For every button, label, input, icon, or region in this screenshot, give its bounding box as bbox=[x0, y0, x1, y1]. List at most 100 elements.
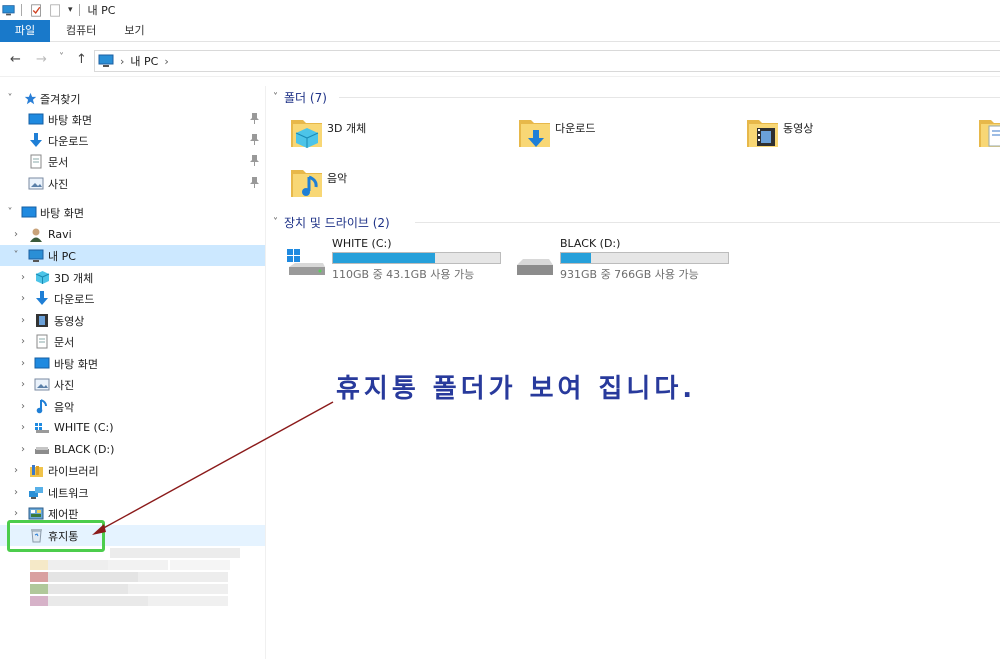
sidebar-item-quick-access[interactable]: ˅ 즐겨찾기 bbox=[0, 88, 265, 109]
computer-icon bbox=[98, 54, 114, 67]
sidebar-item-label: 문서 bbox=[54, 335, 75, 349]
collapse-chevron-icon[interactable]: ˅ bbox=[11, 250, 21, 261]
folder-tile-videos[interactable]: 동영상 bbox=[723, 110, 943, 158]
sidebar-item-network[interactable]: › 네트워크 bbox=[0, 482, 265, 503]
sidebar-item-drive-d[interactable]: › BLACK (D:) bbox=[0, 439, 265, 460]
folder-label: 3D 개체 bbox=[327, 122, 367, 135]
document-icon bbox=[28, 154, 44, 170]
expand-chevron-icon[interactable]: › bbox=[18, 379, 28, 390]
tab-file[interactable]: 파일 bbox=[0, 20, 50, 42]
sidebar-item-3d-objects[interactable]: › 3D 개체 bbox=[0, 267, 265, 288]
recent-locations-button[interactable]: ˅ bbox=[59, 52, 64, 63]
sidebar-item-desktop-pc[interactable]: › 바탕 화면 bbox=[0, 353, 265, 374]
video-folder-icon bbox=[747, 120, 778, 147]
folders-group-header[interactable]: ˅ 폴더 (7) bbox=[273, 87, 327, 107]
sidebar-item-downloads-pinned[interactable]: 다운로드 bbox=[0, 130, 265, 151]
breadcrumb-chevron-icon[interactable]: › bbox=[164, 55, 168, 68]
drive-tile-c[interactable]: WHITE (C:) 110GB 중 43.1GB 사용 가능 bbox=[285, 237, 515, 285]
quick-access-dropdown-icon[interactable]: ▾ bbox=[68, 5, 73, 15]
recycle-bin-highlight-box bbox=[7, 520, 105, 552]
collapse-chevron-icon[interactable]: ˅ bbox=[5, 207, 15, 218]
sidebar-item-this-pc[interactable]: ˅ 내 PC bbox=[0, 245, 265, 266]
network-icon bbox=[28, 485, 44, 501]
expand-chevron-icon[interactable]: › bbox=[11, 508, 21, 519]
properties-icon[interactable] bbox=[30, 3, 43, 17]
sidebar-item-pictures[interactable]: › 사진 bbox=[0, 374, 265, 395]
sidebar-item-label: 바탕 화면 bbox=[48, 113, 92, 127]
expand-chevron-icon[interactable]: › bbox=[18, 315, 28, 326]
collapse-chevron-icon[interactable]: ˅ bbox=[5, 93, 15, 104]
expand-chevron-icon[interactable]: › bbox=[18, 444, 28, 455]
3d-folder-icon bbox=[291, 120, 322, 148]
sidebar-item-desktop-pinned[interactable]: 바탕 화면 bbox=[0, 109, 265, 130]
folder-tile-3d-objects[interactable]: 3D 개체 bbox=[267, 110, 487, 158]
sidebar-item-pictures-pinned[interactable]: 사진 bbox=[0, 173, 265, 194]
window-title: 내 PC bbox=[87, 4, 116, 17]
tab-computer[interactable]: 컴퓨터 bbox=[52, 20, 110, 42]
sidebar-item-drive-c[interactable]: › WHITE (C:) bbox=[0, 417, 265, 438]
folder-label: 동영상 bbox=[783, 122, 814, 135]
sidebar-item-documents-pinned[interactable]: 문서 bbox=[0, 151, 265, 172]
pin-icon[interactable] bbox=[250, 177, 259, 188]
folder-tile-partial[interactable] bbox=[955, 110, 1000, 158]
expand-chevron-icon[interactable]: › bbox=[18, 358, 28, 369]
up-button[interactable]: ↑ bbox=[76, 52, 87, 67]
sidebar-item-downloads[interactable]: › 다운로드 bbox=[0, 288, 265, 309]
address-bar[interactable]: › 내 PC › bbox=[94, 50, 1000, 72]
sidebar-item-libraries[interactable]: › 라이브러리 bbox=[0, 460, 265, 481]
sidebar-item-desktop[interactable]: ˅ 바탕 화면 bbox=[0, 202, 265, 223]
breadcrumb-current[interactable]: 내 PC bbox=[130, 53, 158, 69]
documents-folder-icon bbox=[979, 120, 1000, 147]
forward-button[interactable]: → bbox=[36, 52, 47, 67]
sidebar-item-label: 라이브러리 bbox=[48, 464, 99, 478]
pin-icon[interactable] bbox=[250, 113, 259, 124]
pin-icon[interactable] bbox=[250, 134, 259, 145]
computer-icon[interactable] bbox=[2, 4, 15, 17]
folder-label: 다운로드 bbox=[555, 122, 596, 135]
expand-chevron-icon[interactable]: › bbox=[18, 422, 28, 433]
expand-chevron-icon[interactable]: › bbox=[18, 272, 28, 283]
blurred-items bbox=[30, 548, 240, 606]
sidebar-item-label: 바탕 화면 bbox=[54, 357, 98, 371]
drive-usage-fill bbox=[333, 253, 435, 263]
sidebar-item-videos[interactable]: › 동영상 bbox=[0, 310, 265, 331]
sidebar-item-documents[interactable]: › 문서 bbox=[0, 331, 265, 352]
pin-icon[interactable] bbox=[250, 155, 259, 166]
picture-icon bbox=[34, 377, 50, 393]
expand-chevron-icon[interactable]: › bbox=[11, 465, 21, 476]
computer-icon bbox=[28, 248, 44, 264]
sidebar-item-label: BLACK (D:) bbox=[54, 443, 115, 456]
expand-chevron-icon[interactable]: › bbox=[11, 487, 21, 498]
film-icon bbox=[34, 313, 50, 329]
collapse-chevron-icon[interactable]: ˅ bbox=[273, 92, 278, 103]
sidebar-item-label: 다운로드 bbox=[54, 292, 95, 306]
expand-chevron-icon[interactable]: › bbox=[18, 401, 28, 412]
folder-tile-downloads[interactable]: 다운로드 bbox=[495, 110, 715, 158]
sidebar-item-user[interactable]: › Ravi bbox=[0, 224, 265, 245]
drives-group-header[interactable]: ˅ 장치 및 드라이브 (2) bbox=[273, 212, 390, 232]
tab-view[interactable]: 보기 bbox=[110, 20, 158, 42]
breadcrumb-chevron-icon[interactable]: › bbox=[120, 55, 124, 68]
folder-tile-music[interactable]: 음악 bbox=[267, 160, 487, 208]
expand-chevron-icon[interactable]: › bbox=[18, 293, 28, 304]
expand-chevron-icon[interactable]: › bbox=[18, 336, 28, 347]
picture-icon bbox=[28, 176, 44, 192]
collapse-chevron-icon[interactable]: ˅ bbox=[273, 217, 278, 228]
new-folder-icon[interactable] bbox=[49, 3, 62, 17]
sidebar-item-music[interactable]: › 음악 bbox=[0, 396, 265, 417]
sidebar-item-label: 3D 개체 bbox=[54, 271, 94, 285]
windows-drive-icon bbox=[287, 249, 325, 275]
download-arrow-icon bbox=[34, 291, 50, 307]
download-arrow-icon bbox=[28, 133, 44, 149]
divider bbox=[339, 97, 1000, 98]
desktop-icon bbox=[34, 356, 50, 372]
document-icon bbox=[34, 334, 50, 350]
drive-tile-d[interactable]: BLACK (D:) 931GB 중 766GB 사용 가능 bbox=[513, 237, 743, 285]
drive-name: WHITE (C:) bbox=[332, 237, 392, 250]
desktop-icon bbox=[28, 112, 44, 128]
expand-chevron-icon[interactable]: › bbox=[11, 229, 21, 240]
navigation-bar: ← → ˅ ↑ › 내 PC › bbox=[0, 43, 1000, 77]
back-button[interactable]: ← bbox=[10, 52, 21, 67]
drive-icon bbox=[517, 259, 553, 275]
windows-drive-icon bbox=[34, 420, 50, 436]
